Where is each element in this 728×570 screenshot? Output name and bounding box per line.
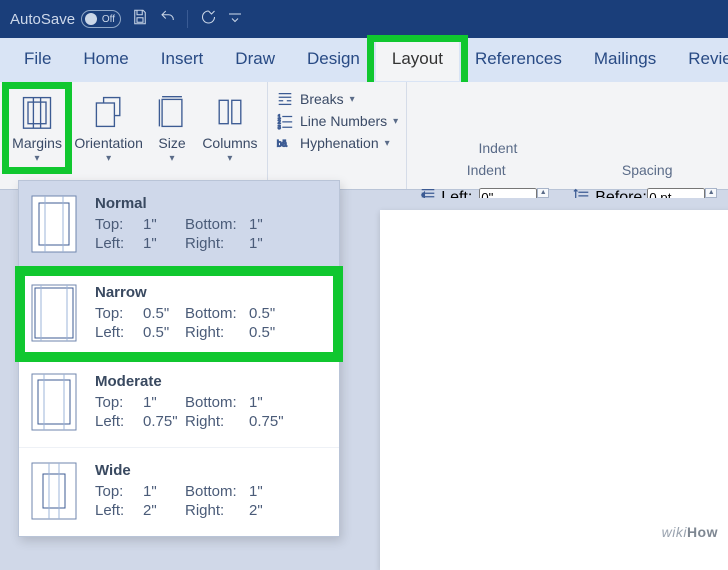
paragraph-group: Indent Indent bbox=[415, 82, 725, 162]
margin-thumb-icon bbox=[31, 284, 77, 342]
qat-customize-icon[interactable] bbox=[226, 8, 244, 30]
tab-draw[interactable]: Draw bbox=[219, 39, 291, 81]
ribbon: Margins ▾ Orientation ▾ Size ▾ Columns ▾ bbox=[0, 82, 728, 190]
autosave-state: Off bbox=[102, 14, 115, 25]
margin-preset-title: Wide bbox=[95, 462, 323, 479]
tab-insert[interactable]: Insert bbox=[145, 39, 220, 81]
margins-button[interactable]: Margins ▾ bbox=[8, 86, 66, 172]
document-area bbox=[360, 198, 728, 546]
margin-preset-narrow[interactable]: NarrowTop:0.5"Bottom:0.5"Left:0.5"Right:… bbox=[19, 269, 339, 358]
indent-header: Indent bbox=[419, 162, 553, 178]
title-bar: AutoSave Off bbox=[0, 0, 728, 38]
size-button[interactable]: Size ▾ bbox=[151, 86, 193, 172]
columns-icon bbox=[212, 94, 248, 133]
svg-text:bā: bā bbox=[277, 139, 287, 149]
margin-thumb-icon bbox=[31, 462, 77, 520]
ribbon-tabs: File Home Insert Draw Design Layout Refe… bbox=[0, 38, 728, 82]
save-icon[interactable] bbox=[131, 8, 149, 30]
line-numbers-button[interactable]: 123 Line Numbers▾ bbox=[276, 112, 398, 130]
breaks-icon bbox=[276, 90, 294, 108]
undo-icon[interactable] bbox=[159, 8, 177, 30]
line-numbers-icon: 123 bbox=[276, 112, 294, 130]
orientation-label: Orientation bbox=[74, 135, 142, 151]
columns-button[interactable]: Columns ▾ bbox=[201, 86, 259, 172]
margin-preset-title: Moderate bbox=[95, 373, 323, 390]
tab-mailings[interactable]: Mailings bbox=[578, 39, 672, 81]
spacing-header: Spacing bbox=[573, 162, 721, 178]
hyphenation-icon: bā bbox=[276, 134, 294, 152]
tab-references[interactable]: References bbox=[459, 39, 578, 81]
breaks-button[interactable]: Breaks▾ bbox=[276, 90, 398, 108]
hyphenation-button[interactable]: bā Hyphenation▾ bbox=[276, 134, 398, 152]
margins-dropdown: NormalTop:1"Bottom:1"Left:1"Right:1"Narr… bbox=[18, 180, 340, 537]
toggle-switch[interactable]: Off bbox=[81, 10, 121, 28]
orientation-icon bbox=[91, 94, 127, 133]
size-icon bbox=[154, 94, 190, 133]
autosave-toggle[interactable]: AutoSave Off bbox=[10, 10, 121, 28]
tab-review[interactable]: Review bbox=[672, 39, 728, 81]
columns-label: Columns bbox=[202, 135, 257, 151]
tab-layout[interactable]: Layout bbox=[376, 39, 459, 81]
margins-label: Margins bbox=[12, 135, 62, 151]
tab-design[interactable]: Design bbox=[291, 39, 376, 81]
document-page[interactable] bbox=[380, 210, 728, 570]
indent-header: Indent bbox=[415, 140, 580, 156]
svg-text:3: 3 bbox=[278, 125, 281, 130]
chevron-down-icon: ▾ bbox=[35, 153, 40, 164]
tab-home[interactable]: Home bbox=[67, 39, 144, 81]
orientation-button[interactable]: Orientation ▾ bbox=[74, 86, 143, 172]
margin-thumb-icon bbox=[31, 373, 77, 431]
watermark: wikiHow bbox=[662, 524, 718, 540]
margin-preset-normal[interactable]: NormalTop:1"Bottom:1"Left:1"Right:1" bbox=[19, 181, 339, 269]
size-label: Size bbox=[158, 135, 185, 151]
margin-thumb-icon bbox=[31, 195, 77, 253]
redo-icon[interactable] bbox=[198, 8, 216, 30]
margin-preset-moderate[interactable]: ModerateTop:1"Bottom:1"Left:0.75"Right:0… bbox=[19, 358, 339, 447]
margin-preset-title: Normal bbox=[95, 195, 323, 212]
margin-preset-title: Narrow bbox=[95, 284, 323, 301]
autosave-label: AutoSave bbox=[10, 11, 75, 28]
margins-icon bbox=[19, 94, 55, 133]
tab-file[interactable]: File bbox=[8, 39, 67, 81]
margin-preset-wide[interactable]: WideTop:1"Bottom:1"Left:2"Right:2" bbox=[19, 447, 339, 536]
